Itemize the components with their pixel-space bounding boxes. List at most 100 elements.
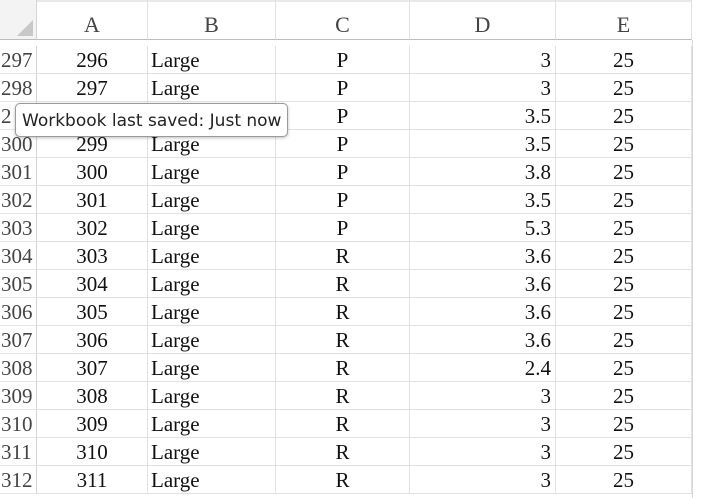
cell-a[interactable]: 310 xyxy=(37,438,148,466)
row-header[interactable]: 297 xyxy=(0,46,37,74)
column-header-row: A B C D E xyxy=(0,0,702,40)
cell-d[interactable]: 3.5 xyxy=(410,186,556,214)
cell-a[interactable]: 303 xyxy=(37,242,148,270)
cell-e[interactable]: 25 xyxy=(556,102,692,130)
cell-e[interactable]: 25 xyxy=(556,382,692,410)
cell-d[interactable]: 3 xyxy=(410,46,556,74)
cell-a[interactable]: 306 xyxy=(37,326,148,354)
cell-e[interactable]: 25 xyxy=(556,186,692,214)
cell-c[interactable]: R xyxy=(276,382,410,410)
column-header-c[interactable]: C xyxy=(276,0,410,40)
cell-a[interactable]: 308 xyxy=(37,382,148,410)
cell-b[interactable]: Large xyxy=(148,466,276,494)
cell-b[interactable]: Large xyxy=(148,214,276,242)
cell-a[interactable]: 297 xyxy=(37,74,148,102)
cell-c[interactable]: R xyxy=(276,438,410,466)
row-header[interactable]: 307 xyxy=(0,326,37,354)
cell-b[interactable]: Large xyxy=(148,354,276,382)
cell-e[interactable]: 25 xyxy=(556,298,692,326)
cell-e[interactable]: 25 xyxy=(556,214,692,242)
cell-e[interactable]: 25 xyxy=(556,74,692,102)
cell-d[interactable]: 5.3 xyxy=(410,214,556,242)
cell-e[interactable]: 25 xyxy=(556,46,692,74)
cell-e[interactable]: 25 xyxy=(556,158,692,186)
row-header[interactable]: 305 xyxy=(0,270,37,298)
cell-a[interactable]: 300 xyxy=(37,158,148,186)
cell-d[interactable]: 3.5 xyxy=(410,102,556,130)
cell-c[interactable]: R xyxy=(276,354,410,382)
cell-c[interactable]: R xyxy=(276,326,410,354)
row-header[interactable]: 312 xyxy=(0,466,37,494)
cell-a[interactable]: 311 xyxy=(37,466,148,494)
cell-c[interactable]: P xyxy=(276,102,410,130)
row-header[interactable]: 309 xyxy=(0,382,37,410)
cell-d[interactable]: 3.6 xyxy=(410,326,556,354)
column-header-d[interactable]: D xyxy=(410,0,556,40)
cell-e[interactable]: 25 xyxy=(556,438,692,466)
cell-e[interactable]: 25 xyxy=(556,354,692,382)
cell-a[interactable]: 301 xyxy=(37,186,148,214)
cell-b[interactable]: Large xyxy=(148,382,276,410)
cell-e[interactable]: 25 xyxy=(556,410,692,438)
cell-d[interactable]: 3 xyxy=(410,466,556,494)
cell-d[interactable]: 3.6 xyxy=(410,242,556,270)
cell-d[interactable]: 3 xyxy=(410,382,556,410)
cell-e[interactable]: 25 xyxy=(556,466,692,494)
row-header[interactable]: 310 xyxy=(0,410,37,438)
cell-a[interactable]: 305 xyxy=(37,298,148,326)
cell-c[interactable]: R xyxy=(276,410,410,438)
cell-b[interactable]: Large xyxy=(148,242,276,270)
cell-a[interactable]: 296 xyxy=(37,46,148,74)
cell-d[interactable]: 3.6 xyxy=(410,298,556,326)
cell-d[interactable]: 3 xyxy=(410,410,556,438)
cell-b[interactable]: Large xyxy=(148,270,276,298)
cell-b[interactable]: Large xyxy=(148,298,276,326)
cell-d[interactable]: 2.4 xyxy=(410,354,556,382)
column-header-b[interactable]: B xyxy=(148,0,276,40)
cell-e[interactable]: 25 xyxy=(556,270,692,298)
cell-c[interactable]: P xyxy=(276,130,410,158)
cell-a[interactable]: 307 xyxy=(37,354,148,382)
cell-c[interactable]: P xyxy=(276,214,410,242)
cell-c[interactable]: R xyxy=(276,298,410,326)
row-header[interactable]: 301 xyxy=(0,158,37,186)
select-all-corner[interactable] xyxy=(0,0,37,40)
column-header-a[interactable]: A xyxy=(37,0,148,40)
cell-a[interactable]: 309 xyxy=(37,410,148,438)
cell-d[interactable]: 3 xyxy=(410,438,556,466)
spreadsheet-grid[interactable]: A B C D E 297 296 Large P 3 25 298 297 Large P 3 25… xyxy=(0,0,702,498)
cell-d[interactable]: 3.6 xyxy=(410,270,556,298)
cell-c[interactable]: R xyxy=(276,466,410,494)
row-header[interactable]: 304 xyxy=(0,242,37,270)
cell-d[interactable]: 3.5 xyxy=(410,130,556,158)
cell-a[interactable]: 304 xyxy=(37,270,148,298)
cell-b[interactable]: Large xyxy=(148,326,276,354)
row-header[interactable]: 298 xyxy=(0,74,37,102)
cell-c[interactable]: R xyxy=(276,270,410,298)
next-column-edge[interactable] xyxy=(692,40,702,498)
cell-d[interactable]: 3 xyxy=(410,74,556,102)
row-header[interactable]: 302 xyxy=(0,186,37,214)
cell-c[interactable]: R xyxy=(276,242,410,270)
row-header[interactable]: 306 xyxy=(0,298,37,326)
cell-b[interactable]: Large xyxy=(148,158,276,186)
cell-b[interactable]: Large xyxy=(148,438,276,466)
row-header[interactable]: 308 xyxy=(0,354,37,382)
cell-e[interactable]: 25 xyxy=(556,326,692,354)
cell-b[interactable]: Large xyxy=(148,186,276,214)
cell-c[interactable]: P xyxy=(276,74,410,102)
cell-b[interactable]: Large xyxy=(148,46,276,74)
column-header-e[interactable]: E xyxy=(556,0,692,40)
cell-c[interactable]: P xyxy=(276,158,410,186)
cell-d[interactable]: 3.8 xyxy=(410,158,556,186)
cell-c[interactable]: P xyxy=(276,186,410,214)
cell-e[interactable]: 25 xyxy=(556,242,692,270)
cell-e[interactable]: 25 xyxy=(556,130,692,158)
row-header[interactable]: 311 xyxy=(0,438,37,466)
cell-c[interactable]: P xyxy=(276,46,410,74)
cell-b[interactable]: Large xyxy=(148,410,276,438)
row-header[interactable]: 303 xyxy=(0,214,37,242)
cell-b[interactable]: Large xyxy=(148,74,276,102)
cell-a[interactable]: 302 xyxy=(37,214,148,242)
save-status-tooltip: Workbook last saved: Just now xyxy=(15,103,289,137)
